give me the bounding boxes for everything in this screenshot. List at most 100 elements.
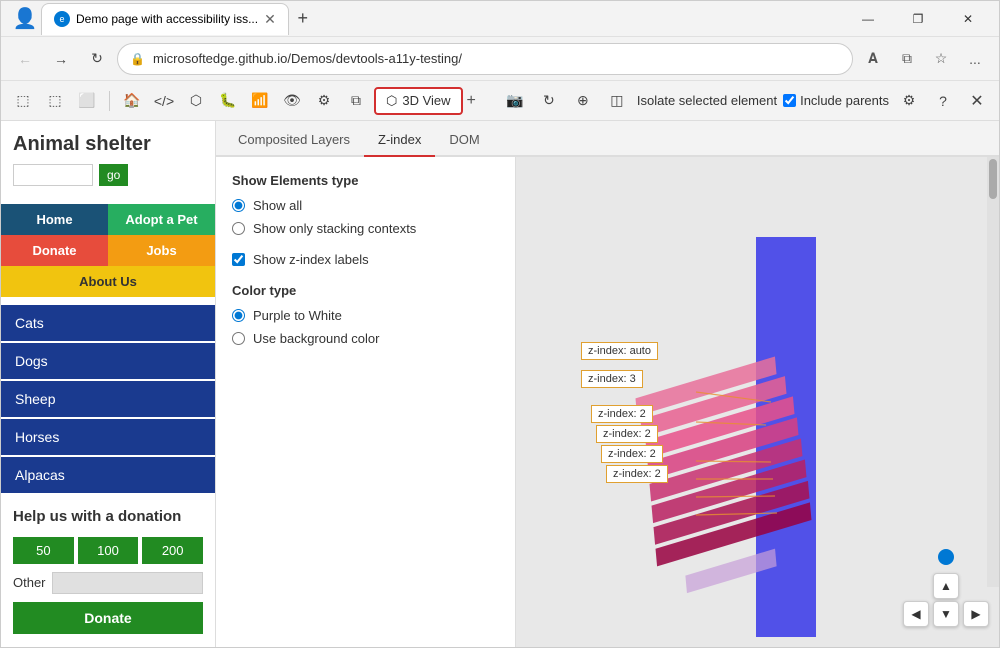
refresh-btn[interactable]: ↻ [81, 43, 113, 75]
pet-item-horses[interactable]: Horses [1, 419, 215, 455]
nav-circle-indicator[interactable] [938, 549, 954, 565]
bug-btn[interactable]: 🐛 [214, 87, 242, 115]
three-d-label: 3D View [402, 93, 450, 108]
color-type-title: Color type [232, 283, 499, 298]
browser-frame: 👤 e Demo page with accessibility iss... … [0, 0, 1000, 648]
other-label: Other [13, 575, 46, 590]
pet-item-dogs[interactable]: Dogs [1, 343, 215, 379]
read-aloud-btn[interactable]: 𝐀 [857, 43, 889, 75]
main-content: Animal shelter go Home Adopt a Pet Donat… [1, 121, 999, 647]
nav-home[interactable]: Home [1, 204, 108, 235]
devtools-close-btn[interactable]: ✕ [963, 87, 991, 115]
shelter-header: Animal shelter go [1, 121, 215, 204]
forward-btn[interactable]: → [45, 43, 77, 75]
accessibility-btn[interactable]: 👁 [278, 87, 306, 115]
tab-favicon: e [54, 11, 70, 27]
refresh-page-btn[interactable]: ↻ [535, 87, 563, 115]
devtools-tabs: Composited Layers Z-index DOM [216, 121, 999, 157]
window-controls: — ❐ ✕ [845, 1, 991, 37]
minimize-btn[interactable]: — [845, 1, 891, 37]
z-label-2-3: z-index: 2 [601, 445, 663, 463]
z-label-2-4: z-index: 2 [606, 465, 668, 483]
devtools-settings-btn[interactable]: ⚙ [895, 87, 923, 115]
new-tab-btn[interactable]: + [289, 5, 317, 33]
website-panel: Animal shelter go Home Adopt a Pet Donat… [1, 121, 216, 647]
donation-title: Help us with a donation [13, 507, 203, 527]
tab-z-index[interactable]: Z-index [364, 124, 435, 157]
nav-up-btn[interactable]: ▲ [933, 573, 959, 599]
radio-stacking-contexts[interactable]: Show only stacking contexts [232, 221, 499, 236]
z-label-auto: z-index: auto [581, 342, 658, 360]
back-btn[interactable]: ← [9, 43, 41, 75]
amount-200-btn[interactable]: 200 [142, 537, 203, 564]
wifi-btn[interactable]: 📶 [246, 87, 274, 115]
nav-menu: Home Adopt a Pet Donate Jobs About Us [1, 204, 215, 297]
shelter-title: Animal shelter [13, 133, 203, 156]
elements-btn[interactable]: ⬜ [73, 87, 101, 115]
inspect-btn[interactable]: ⬚ [9, 87, 37, 115]
tab-close-btn[interactable]: ✕ [264, 11, 276, 28]
devtools-help-btn[interactable]: ? [929, 87, 957, 115]
amount-100-btn[interactable]: 100 [78, 537, 139, 564]
layers-btn[interactable]: ⧉ [342, 87, 370, 115]
collections-btn[interactable]: ... [959, 43, 991, 75]
address-bar: ← → ↻ 🔒 microsoftedge.github.io/Demos/de… [1, 37, 999, 81]
pet-list: Cats Dogs Sheep Horses Alpacas [1, 305, 215, 493]
search-button[interactable]: go [99, 164, 128, 186]
amount-50-btn[interactable]: 50 [13, 537, 74, 564]
radio-show-all-label: Show all [253, 198, 302, 213]
tab-composited-layers[interactable]: Composited Layers [224, 124, 364, 157]
color-type-radio-group: Purple to White Use background color [232, 308, 499, 346]
nav-jobs[interactable]: Jobs [108, 235, 215, 266]
nav-horizontal-row: ◀ ▼ ▶ [903, 601, 989, 627]
pet-item-sheep[interactable]: Sheep [1, 381, 215, 417]
scroll-bar-right[interactable] [987, 157, 999, 587]
nav-right-btn[interactable]: ▶ [963, 601, 989, 627]
tab-dom[interactable]: DOM [435, 124, 493, 157]
profile-btn[interactable]: 👤 [9, 3, 41, 35]
radio-bg-color-label: Use background color [253, 331, 379, 346]
storage-btn[interactable]: ⬡ [182, 87, 210, 115]
nav-about[interactable]: About Us [1, 266, 215, 297]
address-icons: 𝐀 ⧉ ☆ ... [857, 43, 991, 75]
home-icon-btn[interactable]: 🏠 [118, 87, 146, 115]
donate-btn[interactable]: Donate [13, 602, 203, 634]
pet-item-cats[interactable]: Cats [1, 305, 215, 341]
three-d-view-panel: z-index: auto z-index: 3 z-index: 2 z-in… [516, 157, 999, 647]
url-bar[interactable]: 🔒 microsoftedge.github.io/Demos/devtools… [117, 43, 853, 75]
nav-controls: ▲ ◀ ▼ ▶ [903, 549, 989, 627]
code-btn[interactable]: </> [150, 87, 178, 115]
scroll-thumb[interactable] [989, 159, 997, 199]
device-btn[interactable]: ⬚ [41, 87, 69, 115]
nav-adopt[interactable]: Adopt a Pet [108, 204, 215, 235]
radio-show-all[interactable]: Show all [232, 198, 499, 213]
nav-donate[interactable]: Donate [1, 235, 108, 266]
z-label-2-2: z-index: 2 [596, 425, 658, 443]
other-input[interactable] [52, 572, 203, 594]
close-window-btn[interactable]: ✕ [945, 1, 991, 37]
search-input[interactable] [13, 164, 93, 186]
title-bar: 👤 e Demo page with accessibility iss... … [1, 1, 999, 37]
layers-icon-btn[interactable]: ◫ [603, 87, 631, 115]
radio-bg-color[interactable]: Use background color [232, 331, 499, 346]
toolbar-separator-1 [109, 91, 110, 111]
cube-icon: ⬡ [386, 93, 397, 109]
add-tool-btn[interactable]: + [467, 92, 476, 110]
z-index-labels-checkbox[interactable]: Show z-index labels [232, 252, 499, 267]
screenshot-btn[interactable]: 📷 [501, 87, 529, 115]
three-d-view-btn[interactable]: ⬡ 3D View [374, 87, 463, 115]
pet-item-alpacas[interactable]: Alpacas [1, 457, 215, 493]
maximize-btn[interactable]: ❐ [895, 1, 941, 37]
radio-purple-white[interactable]: Purple to White [232, 308, 499, 323]
show-elements-title: Show Elements type [232, 173, 499, 188]
nav-left-btn[interactable]: ◀ [903, 601, 929, 627]
radio-purple-white-label: Purple to White [253, 308, 342, 323]
favorites-btn[interactable]: ☆ [925, 43, 957, 75]
3d-cursor-btn[interactable]: ⊕ [569, 87, 597, 115]
nav-down-btn[interactable]: ▼ [933, 601, 959, 627]
add-favorites-btn[interactable]: ⧉ [891, 43, 923, 75]
settings-gear-btn[interactable]: ⚙ [310, 87, 338, 115]
nav-row-2: Donate Jobs [1, 235, 215, 266]
include-parents-checkbox[interactable]: Include parents [783, 93, 889, 108]
browser-tab[interactable]: e Demo page with accessibility iss... ✕ [41, 3, 289, 35]
